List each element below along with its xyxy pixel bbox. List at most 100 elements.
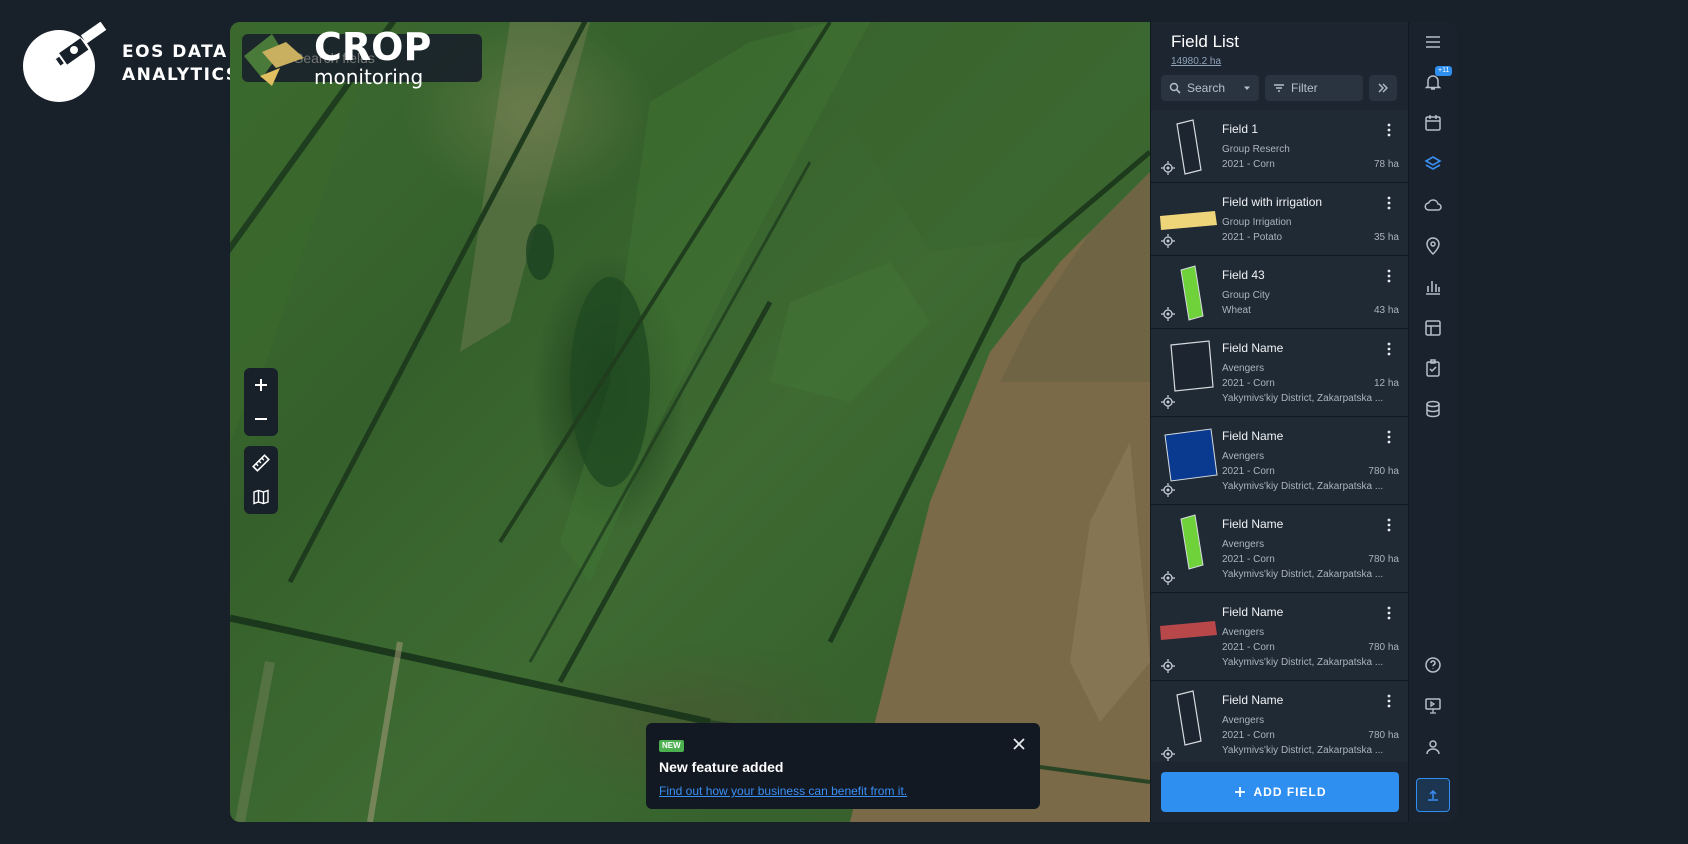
field-list-panel: Field List 14980.2 ha Search Filter Fiel… (1150, 22, 1409, 822)
map-icon (253, 489, 269, 505)
field-crop: 2021 - Corn (1222, 466, 1275, 477)
locate-field-icon[interactable] (1161, 395, 1175, 409)
double-chevron-right-icon (1378, 83, 1388, 93)
more-vertical-icon[interactable] (1383, 268, 1395, 284)
notification-badge: +11 (1435, 66, 1453, 76)
measure-button[interactable] (244, 446, 278, 480)
field-crop: 2021 - Corn (1222, 730, 1275, 741)
map-tool-group (244, 446, 278, 514)
field-group: Group Irrigation (1222, 217, 1292, 228)
field-shape-thumbnail (1176, 690, 1202, 746)
locate-field-icon[interactable] (1161, 483, 1175, 497)
more-vertical-icon[interactable] (1383, 195, 1395, 211)
help-icon[interactable] (1423, 655, 1443, 675)
total-area[interactable]: 14980.2 ha (1171, 56, 1388, 67)
database-icon[interactable] (1423, 399, 1443, 419)
field-crop: 2021 - Corn (1222, 159, 1275, 170)
zoom-controls (244, 368, 278, 436)
field-group: Group City (1222, 290, 1270, 301)
minus-icon (255, 418, 267, 420)
layers-icon[interactable] (1423, 154, 1443, 174)
field-address: Yakymivs'kiy District, Zakarpatska ... (1222, 745, 1384, 756)
upload-button[interactable] (1416, 778, 1450, 812)
more-vertical-icon[interactable] (1383, 122, 1395, 138)
close-icon[interactable] (1012, 737, 1026, 751)
field-area: 78 ha (1373, 159, 1399, 170)
field-search-label: Search (1187, 81, 1226, 95)
field-area: 12 ha (1373, 378, 1399, 389)
field-search-dropdown[interactable]: Search (1161, 75, 1259, 101)
bar-chart-icon[interactable] (1423, 277, 1443, 297)
field-address: Yakymivs'kiy District, Zakarpatska ... (1222, 657, 1384, 668)
filter-button[interactable]: Filter (1265, 75, 1363, 101)
field-name: Field Name (1222, 429, 1284, 443)
map-search[interactable] (242, 34, 482, 82)
more-vertical-icon[interactable] (1383, 693, 1395, 709)
map-imagery (230, 22, 1150, 822)
cloud-icon[interactable] (1423, 195, 1443, 215)
field-area: 35 ha (1373, 232, 1399, 243)
field-list-item[interactable]: Field Name Avengers 2021 - Corn 12 ha Ya… (1151, 329, 1409, 417)
satellite-map[interactable]: CROP monitoring (230, 22, 1150, 822)
zoom-out-button[interactable] (244, 402, 278, 436)
field-area: 43 ha (1373, 305, 1399, 316)
field-group: Group Reserch (1222, 144, 1290, 155)
field-list-item[interactable]: Field Name Avengers 2021 - Corn 780 ha Y… (1151, 593, 1409, 681)
calendar-icon[interactable] (1423, 113, 1443, 133)
locate-field-icon[interactable] (1161, 307, 1175, 321)
add-field-label: ADD FIELD (1253, 785, 1327, 799)
locate-field-icon[interactable] (1161, 234, 1175, 248)
field-shape-thumbnail (1170, 340, 1214, 392)
collapse-panel-button[interactable] (1369, 75, 1397, 101)
field-list-item[interactable]: Field Name Avengers 2021 - Corn 780 ha Y… (1151, 505, 1409, 593)
toast-title: New feature added (659, 759, 784, 775)
brand-line-1: EOS DATA (122, 42, 228, 62)
new-badge: NEW (659, 740, 684, 752)
field-group: Avengers (1222, 451, 1265, 462)
field-crop: Wheat (1222, 305, 1251, 316)
field-list-item[interactable]: Field Name Avengers 2021 - Corn 780 ha Y… (1151, 681, 1409, 762)
field-crop: 2021 - Corn (1222, 378, 1275, 389)
add-field-button[interactable]: ADD FIELD (1161, 772, 1399, 812)
field-list: Field 1 Group Reserch 2021 - Corn 78 ha … (1151, 110, 1409, 762)
eos-logo (22, 21, 112, 106)
field-list-item[interactable]: Field with irrigation Group Irrigation 2… (1151, 183, 1409, 256)
toast-link[interactable]: Find out how your business can benefit f… (659, 784, 1027, 798)
app-window: CROP monitoring (230, 22, 1457, 822)
menu-icon[interactable] (1423, 32, 1443, 52)
field-shape-thumbnail (1164, 428, 1218, 482)
locate-field-icon[interactable] (1161, 747, 1175, 761)
plus-icon (255, 379, 267, 391)
user-icon[interactable] (1423, 737, 1443, 757)
more-vertical-icon[interactable] (1383, 341, 1395, 357)
presentation-icon[interactable] (1423, 696, 1443, 716)
field-name: Field 43 (1222, 268, 1265, 282)
filter-icon (1274, 84, 1284, 92)
task-icon[interactable] (1423, 358, 1443, 378)
field-name: Field with irrigation (1222, 195, 1323, 209)
map-layers-button[interactable] (244, 480, 278, 514)
filter-label: Filter (1291, 81, 1318, 95)
more-vertical-icon[interactable] (1383, 517, 1395, 533)
panel-title: Field List (1171, 32, 1240, 51)
table-icon[interactable] (1423, 318, 1443, 338)
field-area: 780 ha (1368, 466, 1399, 477)
field-area: 780 ha (1368, 730, 1399, 741)
field-name: Field Name (1222, 341, 1284, 355)
field-list-item[interactable]: Field Name Avengers 2021 - Corn 780 ha Y… (1151, 417, 1409, 505)
location-pin-icon[interactable] (1423, 236, 1443, 256)
more-vertical-icon[interactable] (1383, 429, 1395, 445)
more-vertical-icon[interactable] (1383, 605, 1395, 621)
locate-field-icon[interactable] (1161, 161, 1175, 175)
search-input[interactable] (254, 50, 475, 66)
field-list-item[interactable]: Field 43 Group City Wheat 43 ha (1151, 256, 1409, 329)
locate-field-icon[interactable] (1161, 571, 1175, 585)
field-group: Avengers (1222, 363, 1265, 374)
zoom-in-button[interactable] (244, 368, 278, 402)
field-list-item[interactable]: Field 1 Group Reserch 2021 - Corn 78 ha (1151, 110, 1409, 183)
search-icon (1169, 82, 1181, 94)
field-area: 780 ha (1368, 642, 1399, 653)
locate-field-icon[interactable] (1161, 659, 1175, 673)
field-name: Field Name (1222, 605, 1284, 619)
brand-name: EOS DATA ANALYTICS (122, 41, 240, 87)
